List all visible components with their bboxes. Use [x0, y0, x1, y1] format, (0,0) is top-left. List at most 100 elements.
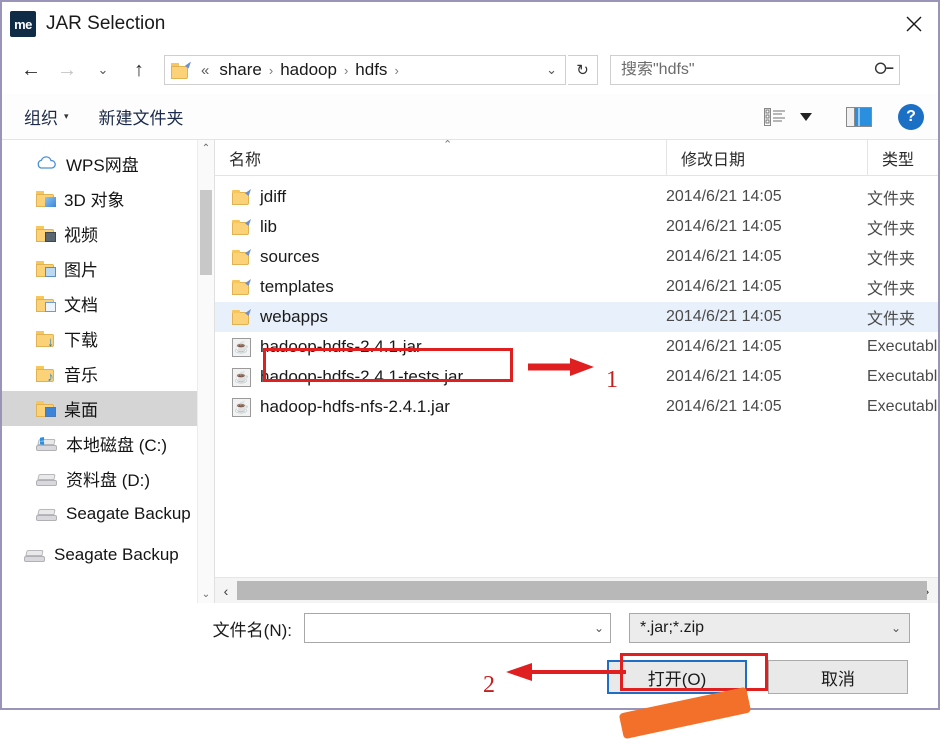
back-icon[interactable]: ←: [14, 53, 48, 87]
filename-input[interactable]: [313, 619, 594, 637]
breadcrumb-folder-icon: [171, 61, 191, 79]
breadcrumb-item-hdfs[interactable]: hdfs: [351, 60, 391, 80]
dialog-body: WPS网盘 3D 对象 视频 图片 文档 ↓ 下载 ♪ 音乐 桌面 本地磁盘 (…: [2, 139, 938, 603]
help-label: ?: [898, 103, 924, 130]
sidebar-scrollbar[interactable]: ⌃ ⌄: [197, 140, 214, 603]
up-icon[interactable]: ↑: [122, 53, 156, 87]
file-name-label: hadoop-hdfs-2.4.1-tests.jar: [260, 367, 464, 386]
sidebar-item-label: 本地磁盘 (C:): [66, 436, 168, 455]
folder-3d-icon: [36, 190, 56, 207]
navigation-bar: ← → ⌄ ↑ « share › hadoop › hdfs › ⌄ ↻: [2, 46, 938, 94]
table-row[interactable]: jdiff 2014/6/21 14:05 文件夹: [215, 182, 938, 212]
folder-icon: [232, 279, 251, 295]
file-type-cell: 文件夹: [867, 191, 916, 208]
breadcrumb-item-share[interactable]: share: [215, 60, 266, 80]
table-row[interactable]: sources 2014/6/21 14:05 文件夹: [215, 242, 938, 272]
column-header-type[interactable]: 类型: [867, 140, 938, 175]
breadcrumb-trailing-separator-icon[interactable]: ›: [391, 63, 401, 78]
horizontal-scrollbar[interactable]: ‹ ›: [215, 577, 938, 603]
sidebar-item-wps-cloud[interactable]: WPS网盘: [2, 146, 214, 181]
file-date-cell: 2014/6/21 14:05: [666, 188, 782, 205]
horizontal-scrollbar-track[interactable]: [237, 578, 927, 603]
folder-icon: [232, 189, 251, 205]
chevron-down-icon[interactable]: ⌄: [891, 621, 901, 635]
table-row[interactable]: templates 2014/6/21 14:05 文件夹: [215, 272, 938, 302]
sidebar-item-music[interactable]: ♪ 音乐: [2, 356, 214, 391]
scroll-left-icon[interactable]: ‹: [215, 578, 237, 603]
view-options-icon[interactable]: [764, 107, 786, 126]
table-row[interactable]: ☕ hadoop-hdfs-2.4.1-tests.jar 2014/6/21 …: [215, 362, 938, 392]
cancel-button[interactable]: 取消: [768, 660, 908, 694]
table-row[interactable]: ☕ hadoop-hdfs-nfs-2.4.1.jar 2014/6/21 14…: [215, 392, 938, 422]
search-box[interactable]: [610, 55, 900, 85]
file-date-cell: 2014/6/21 14:05: [666, 338, 782, 355]
file-type-filter-value: *.jar;*.zip: [640, 619, 705, 636]
folder-icon: [232, 249, 251, 265]
file-date-cell: 2014/6/21 14:05: [666, 278, 782, 295]
breadcrumb-item-hadoop[interactable]: hadoop: [276, 60, 341, 80]
dialog-footer: 文件名(N): ⌄ *.jar;*.zip ⌄ 打开(O) 取消: [2, 603, 938, 708]
file-rows: jdiff 2014/6/21 14:05 文件夹 lib 2014/6/21 …: [215, 176, 938, 577]
sidebar-item-documents[interactable]: 文档: [2, 286, 214, 321]
scroll-down-icon[interactable]: ⌄: [198, 586, 214, 603]
table-row[interactable]: ☕ hadoop-hdfs-2.4.1.jar 2014/6/21 14:05 …: [215, 332, 938, 362]
sidebar-item-3d-objects[interactable]: 3D 对象: [2, 181, 214, 216]
sidebar-item-label: 音乐: [64, 366, 98, 385]
organize-button[interactable]: 组织 ▾: [24, 104, 69, 129]
help-button[interactable]: ?: [898, 103, 924, 130]
recent-locations-icon[interactable]: ⌄: [86, 53, 120, 87]
drive-windows-icon: [36, 436, 57, 451]
folder-video-icon: [36, 225, 56, 242]
sidebar-item-label: 文档: [64, 296, 98, 315]
chevron-down-icon[interactable]: ⌄: [594, 621, 604, 635]
breadcrumb[interactable]: « share › hadoop › hdfs › ⌄: [164, 55, 566, 85]
chevron-down-icon: ▾: [64, 111, 69, 121]
sidebar-scrollbar-thumb[interactable]: [200, 190, 212, 275]
sidebar-item-seagate-backup-1[interactable]: Seagate Backup: [2, 496, 214, 531]
file-name-label: sources: [260, 247, 320, 266]
sidebar-item-videos[interactable]: 视频: [2, 216, 214, 251]
sidebar-item-label: Seagate Backup: [66, 503, 191, 523]
filename-combo[interactable]: ⌄: [304, 613, 611, 643]
sidebar-item-local-disk-c[interactable]: 本地磁盘 (C:): [2, 426, 214, 461]
file-type-cell: 文件夹: [867, 221, 916, 238]
table-row[interactable]: webapps 2014/6/21 14:05 文件夹: [215, 302, 938, 332]
preview-pane-icon[interactable]: [846, 106, 872, 127]
open-button[interactable]: 打开(O): [607, 660, 747, 694]
sidebar-item-data-disk-d[interactable]: 资料盘 (D:): [2, 461, 214, 496]
breadcrumb-dropdown-icon[interactable]: ⌄: [546, 62, 561, 78]
column-header-date[interactable]: 修改日期: [666, 140, 867, 175]
jar-file-icon: ☕: [232, 337, 251, 357]
horizontal-scrollbar-thumb[interactable]: [237, 581, 927, 600]
sidebar-item-label: 图片: [64, 261, 98, 280]
file-name-cell: ☕ hadoop-hdfs-2.4.1.jar: [215, 337, 666, 357]
sidebar-item-desktop[interactable]: 桌面: [2, 391, 214, 426]
button-row: 打开(O) 取消: [30, 660, 910, 694]
column-header-name[interactable]: 名称: [215, 140, 666, 175]
file-name-cell: sources: [215, 247, 666, 267]
file-name-label: lib: [260, 217, 278, 236]
filename-row: 文件名(N): ⌄ *.jar;*.zip ⌄: [30, 613, 910, 643]
file-type-cell: Executable Jar File: [867, 338, 938, 355]
sidebar-item-seagate-backup-2[interactable]: Seagate Backup: [2, 537, 214, 572]
sidebar-item-downloads[interactable]: ↓ 下载: [2, 321, 214, 356]
view-options-dropdown-icon[interactable]: [800, 112, 812, 121]
table-row[interactable]: lib 2014/6/21 14:05 文件夹: [215, 212, 938, 242]
file-date-cell: 2014/6/21 14:05: [666, 308, 782, 325]
file-date-cell: 2014/6/21 14:05: [666, 248, 782, 265]
sidebar-item-pictures[interactable]: 图片: [2, 251, 214, 286]
new-folder-button[interactable]: 新建文件夹: [99, 104, 184, 129]
scroll-up-icon[interactable]: ⌃: [198, 140, 214, 157]
sidebar-item-label: 3D 对象: [64, 191, 125, 210]
file-name-label: webapps: [260, 307, 329, 326]
drive-icon: [36, 471, 57, 486]
search-input[interactable]: [621, 61, 876, 79]
sidebar-item-label: 资料盘 (D:): [66, 471, 151, 490]
sidebar-item-label: WPS网盘: [66, 156, 139, 175]
sidebar-item-label: 下载: [64, 331, 98, 350]
file-type-filter[interactable]: *.jar;*.zip ⌄: [629, 613, 910, 643]
refresh-icon[interactable]: ↻: [568, 55, 598, 85]
breadcrumb-overflow-icon[interactable]: «: [195, 62, 215, 79]
forward-icon[interactable]: →: [50, 53, 84, 87]
close-icon[interactable]: [890, 2, 938, 46]
